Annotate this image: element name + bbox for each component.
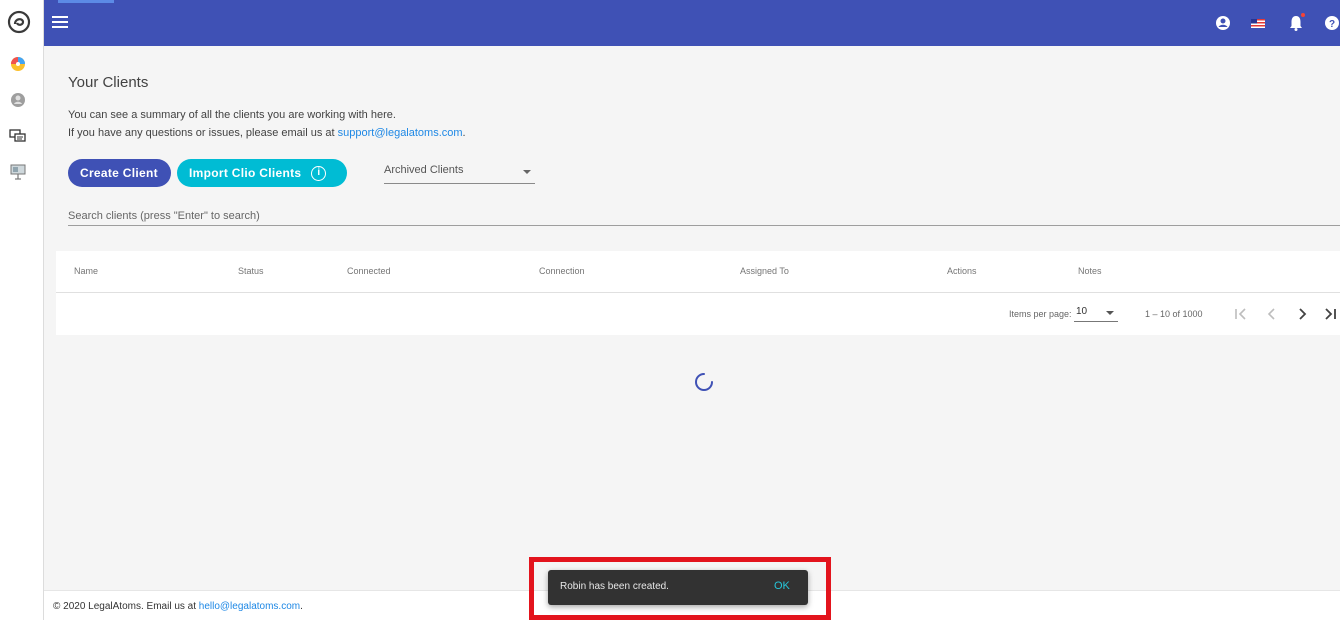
support-email-link[interactable]: support@legalatoms.com bbox=[338, 127, 463, 139]
create-client-label: Create Client bbox=[80, 166, 158, 180]
clients-icon[interactable] bbox=[9, 91, 27, 109]
account-icon[interactable] bbox=[1213, 13, 1233, 33]
notifications-icon[interactable] bbox=[1286, 13, 1306, 33]
items-per-page-label: Items per page: bbox=[1009, 309, 1072, 319]
left-rail bbox=[0, 0, 44, 620]
archived-clients-value: Archived Clients bbox=[384, 164, 464, 176]
footer-prefix: © 2020 LegalAtoms. Email us at bbox=[53, 601, 199, 612]
column-header-connected[interactable]: Connected bbox=[347, 266, 391, 276]
column-header-actions[interactable]: Actions bbox=[947, 266, 977, 276]
page-title: Your Clients bbox=[68, 74, 149, 91]
dashboard-icon[interactable] bbox=[9, 55, 27, 73]
loading-spinner-icon bbox=[695, 373, 713, 391]
help-icon[interactable]: ? bbox=[1322, 13, 1340, 33]
messages-icon[interactable] bbox=[9, 127, 27, 145]
column-header-name[interactable]: Name bbox=[74, 266, 98, 276]
main-content: Your Clients You can see a summary of al… bbox=[44, 46, 1340, 590]
next-page-icon[interactable] bbox=[1294, 305, 1310, 323]
column-header-connection[interactable]: Connection bbox=[539, 266, 585, 276]
flag-icon[interactable] bbox=[1248, 13, 1268, 33]
svg-text:?: ? bbox=[1329, 19, 1335, 30]
chevron-down-icon bbox=[523, 170, 531, 174]
clients-table: Name Status Connected Connection Assigne… bbox=[56, 251, 1340, 335]
first-page-icon[interactable] bbox=[1233, 305, 1249, 323]
table-header-row: Name Status Connected Connection Assigne… bbox=[56, 251, 1340, 293]
hamburger-menu-icon[interactable] bbox=[52, 13, 68, 33]
footer-suffix: . bbox=[300, 601, 303, 612]
column-header-notes[interactable]: Notes bbox=[1078, 266, 1102, 276]
column-header-assigned-to[interactable]: Assigned To bbox=[740, 266, 789, 276]
paginator: Items per page: 10 1 – 10 of 1000 bbox=[56, 293, 1340, 335]
page-description: You can see a summary of all the clients… bbox=[68, 109, 396, 121]
page-range-label: 1 – 10 of 1000 bbox=[1145, 309, 1203, 319]
import-clio-clients-button[interactable]: Import Clio Clients i bbox=[177, 159, 347, 187]
highlight-box bbox=[529, 557, 831, 620]
chevron-down-icon bbox=[1106, 311, 1114, 315]
footer-email-link[interactable]: hello@legalatoms.com bbox=[199, 601, 300, 612]
footer-text: © 2020 LegalAtoms. Email us at hello@leg… bbox=[53, 601, 303, 612]
page-size-value: 10 bbox=[1076, 306, 1088, 317]
archived-clients-select[interactable]: Archived Clients bbox=[384, 164, 535, 184]
top-toolbar: ? bbox=[44, 0, 1340, 46]
support-prefix: If you have any questions or issues, ple… bbox=[68, 127, 338, 139]
support-info: If you have any questions or issues, ple… bbox=[68, 127, 466, 139]
support-suffix: . bbox=[462, 127, 466, 139]
create-client-button[interactable]: Create Client bbox=[68, 159, 171, 187]
page-size-select[interactable]: 10 bbox=[1074, 306, 1118, 322]
toolbar-accent bbox=[58, 0, 114, 3]
legalatoms-logo-icon[interactable] bbox=[7, 10, 31, 34]
info-icon: i bbox=[311, 165, 327, 181]
presentation-icon[interactable] bbox=[9, 163, 27, 181]
import-clio-label: Import Clio Clients bbox=[189, 166, 302, 180]
search-clients-input[interactable] bbox=[68, 206, 1340, 226]
column-header-status[interactable]: Status bbox=[238, 266, 264, 276]
last-page-icon[interactable] bbox=[1322, 305, 1338, 323]
previous-page-icon[interactable] bbox=[1264, 305, 1280, 323]
